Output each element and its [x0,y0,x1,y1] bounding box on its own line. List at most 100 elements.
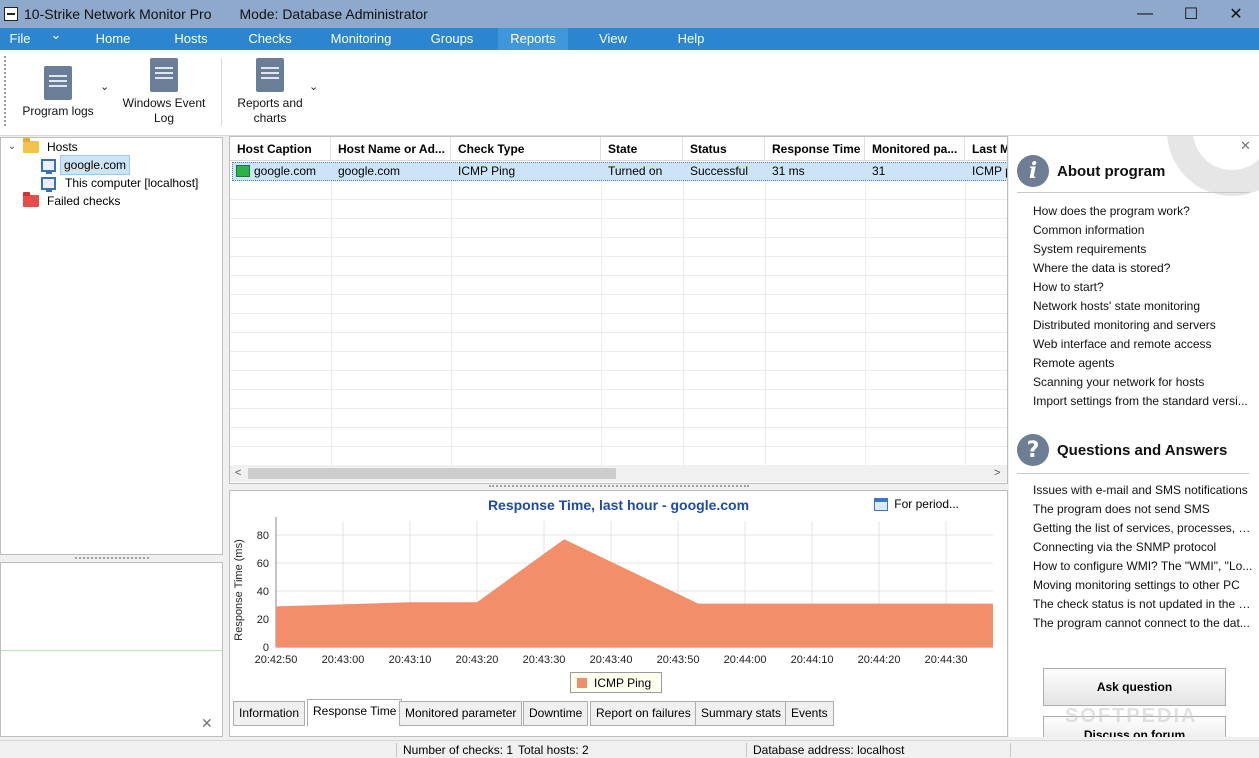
tab-events[interactable]: Events [785,701,834,726]
menu-groups[interactable]: Groups [421,28,483,50]
qa-link[interactable]: How to configure WMI? The "WMI", "Lo... [1033,559,1253,573]
column-header-response-time[interactable]: Response Time [765,137,865,161]
help-link[interactable]: Remote agents [1033,356,1253,370]
close-button[interactable]: ✕ [1213,0,1259,28]
x-tick-label: 20:44:30 [925,654,968,666]
left-splitter[interactable] [0,555,223,562]
x-tick-label: 20:43:50 [657,654,700,666]
status-ok-icon [236,165,250,177]
reports-and-charts-button[interactable]: Reports and charts [232,58,308,126]
column-header-host-caption[interactable]: Host Caption [230,137,331,161]
grid-vline [601,161,602,466]
tree-item-failed-checks[interactable]: Failed checks [23,192,125,210]
help-link[interactable]: How to start? [1033,280,1253,294]
ribbon-separator [221,58,222,126]
qa-link[interactable]: Issues with e-mail and SMS notifications [1033,483,1253,497]
tab-information[interactable]: Information [233,701,306,726]
menu-checks[interactable]: Checks [239,28,301,50]
menu-home[interactable]: Home [82,28,144,50]
help-panel: ✕ i About program How does the program w… [1009,136,1259,737]
menu-hosts[interactable]: Hosts [160,28,222,50]
qa-link[interactable]: The program does not send SMS [1033,502,1253,516]
expand-chevron-icon[interactable]: ⌄ [5,138,19,156]
scroll-right-icon[interactable]: > [994,465,1000,482]
menu-file[interactable]: File [2,28,38,50]
help-link[interactable]: Import settings from the standard versi.… [1033,394,1253,408]
tab-response-time[interactable]: Response Time [307,699,403,727]
bottom-tabs: Information Response Time Monitored para… [229,699,1008,737]
help-link[interactable]: Common information [1033,223,1253,237]
menu-reports[interactable]: Reports [498,28,568,50]
help-link[interactable]: How does the program work? [1033,204,1253,218]
tab-report-on-failures[interactable]: Report on failures [590,701,697,726]
help-link[interactable]: Scanning your network for hosts [1033,375,1253,389]
tree-item-hosts[interactable]: ⌄ Hosts [5,138,83,156]
tree-item-localhost[interactable]: This computer [localhost] [41,174,203,192]
menu-monitoring[interactable]: Monitoring [320,28,402,50]
panel-close-icon[interactable]: ✕ [201,715,213,732]
title-bar: 10-Strike Network Monitor Pro Mode: Data… [0,0,1259,28]
section-divider [1017,473,1249,474]
column-header-state[interactable]: State [601,137,683,161]
bottom-left-panel: ✕ [0,562,223,737]
help-link[interactable]: System requirements [1033,242,1253,256]
column-header-status[interactable]: Status [683,137,765,161]
qa-link[interactable]: The check status is not updated in the c… [1033,597,1253,611]
cell-response-time: 31 ms [772,164,805,178]
toolbar-grip[interactable] [4,56,7,126]
help-link[interactable]: Network hosts' state monitoring [1033,299,1253,313]
qa-header: ? Questions and Answers [1017,434,1227,466]
qa-link[interactable]: Moving monitoring settings to other PC [1033,578,1253,592]
grid-vline [765,161,766,466]
status-separator [396,743,397,757]
x-tick-label: 20:43:30 [523,654,566,666]
help-link[interactable]: Where the data is stored? [1033,261,1253,275]
minimize-button[interactable]: — [1122,0,1168,28]
qa-link[interactable]: The program cannot connect to the dat... [1033,616,1253,630]
app-icon [4,7,18,21]
tab-monitored-parameter[interactable]: Monitored parameter [399,701,523,726]
x-tick-label: 20:43:10 [389,654,432,666]
horizontal-scrollbar[interactable]: < > [230,465,1007,482]
help-link[interactable]: Distributed monitoring and servers [1033,318,1253,332]
event-log-icon [150,58,178,92]
x-tick-label: 20:44:20 [858,654,901,666]
checks-grid: Host Caption Host Name or Ad... Check Ty… [229,136,1008,484]
failed-folder-icon [23,192,39,207]
program-logs-dropdown-icon[interactable]: ⌄ [100,80,109,93]
windows-event-log-button[interactable]: Windows Event Log [118,58,210,126]
column-header-host-name[interactable]: Host Name or Ad... [331,137,451,161]
about-header: i About program [1017,155,1165,187]
maximize-button[interactable]: ☐ [1168,0,1214,28]
table-row[interactable]: google.com google.com ICMP Ping Turned o… [232,162,1008,181]
cell-last: ICMP p [972,164,1008,178]
program-logs-button[interactable]: Program logs [18,66,98,119]
scroll-thumb[interactable] [248,468,616,479]
ask-question-button[interactable]: Ask question [1043,668,1226,706]
x-tick-label: 20:43:00 [322,654,365,666]
cell-status: Successful [690,164,749,178]
help-link[interactable]: Web interface and remote access [1033,337,1253,351]
tree-item-google[interactable]: google.com [41,155,131,175]
column-header-last[interactable]: Last M [965,137,1007,161]
menu-view[interactable]: View [582,28,644,50]
scroll-left-icon[interactable]: < [235,465,241,482]
host-monitor-icon [41,176,56,192]
qa-link[interactable]: Connecting via the SNMP protocol [1033,540,1253,554]
tab-downtime[interactable]: Downtime [523,701,589,726]
grid-chart-splitter[interactable] [489,485,749,489]
file-dropdown-icon[interactable]: ⌄ [44,24,68,46]
status-hosts-count: Total hosts: 2 [518,743,589,757]
help-panel-close-icon[interactable]: ✕ [1240,138,1251,154]
qa-link[interactable]: Getting the list of services, processes,… [1033,521,1253,535]
column-header-check-type[interactable]: Check Type [451,137,601,161]
menu-help[interactable]: Help [660,28,722,50]
cell-monitored-param: 31 [872,164,886,178]
host-tree: ⌄ Hosts google.com This computer [localh… [0,137,223,555]
column-header-monitored[interactable]: Monitored pa... [865,137,965,161]
status-bar: Number of checks: 1 Total hosts: 2 Datab… [0,740,1259,758]
tab-summary-stats[interactable]: Summary stats [695,701,788,726]
reports-dropdown-icon[interactable]: ⌄ [309,80,318,93]
tree-label-localhost: This computer [localhost] [65,176,199,190]
legend-swatch [577,677,587,688]
